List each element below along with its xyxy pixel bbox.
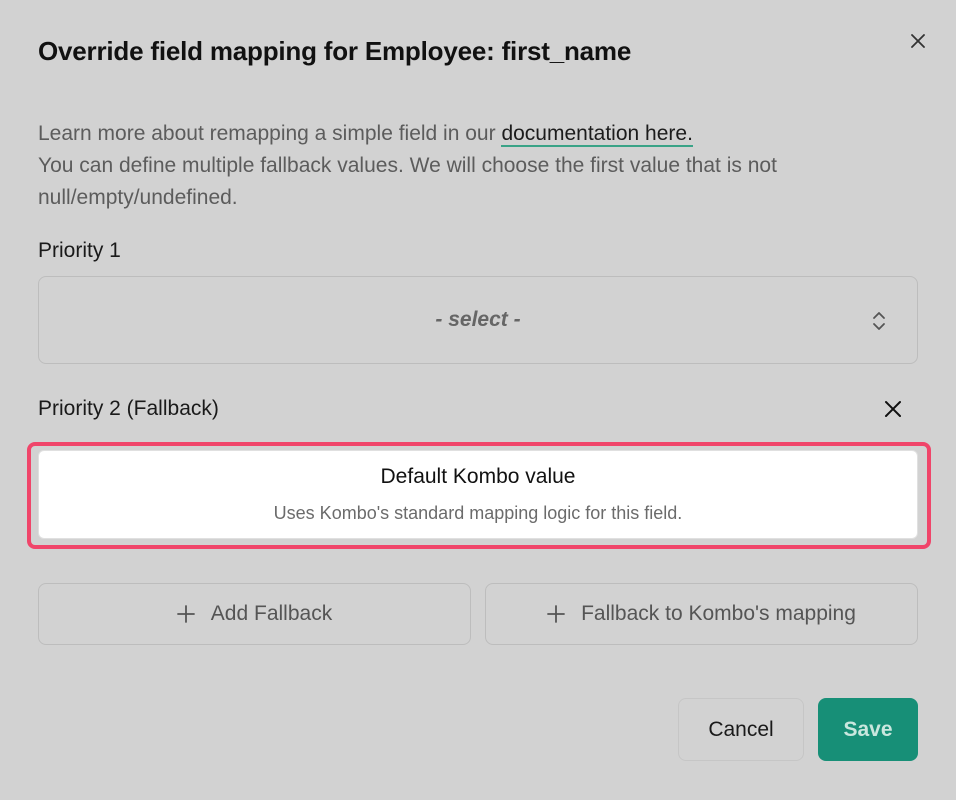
save-button[interactable]: Save (818, 698, 918, 761)
priority-2-label: Priority 2 (Fallback) (38, 397, 219, 420)
documentation-link[interactable]: documentation here. (501, 122, 693, 147)
card-subtitle: Uses Kombo's standard mapping logic for … (273, 503, 683, 523)
dialog-title: Override field mapping for Employee: fir… (38, 36, 632, 66)
cancel-button[interactable]: Cancel (678, 698, 804, 761)
default-kombo-value-card[interactable]: Default Kombo value Uses Kombo's standar… (38, 450, 918, 539)
override-field-mapping-dialog: Override field mapping for Employee: fir… (0, 0, 956, 800)
dialog-description: Learn more about remapping a simple fiel… (38, 118, 918, 214)
priority-1-label: Priority 1 (38, 239, 121, 262)
close-icon (885, 401, 901, 417)
close-icon (911, 34, 925, 48)
plus-icon (176, 605, 195, 623)
description-fallback-text: You can define multiple fallback values.… (38, 154, 777, 209)
plus-icon (547, 605, 565, 623)
fallback-to-kombo-label: Fallback to Kombo's mapping (581, 602, 856, 625)
priority-1-select-value: - select - (435, 308, 521, 331)
remove-fallback-button[interactable] (878, 394, 908, 424)
add-fallback-label: Add Fallback (210, 602, 333, 625)
priority-1-select[interactable]: - select - (38, 276, 918, 364)
description-text: Learn more about remapping a simple fiel… (38, 122, 502, 145)
fallback-to-kombo-mapping-button[interactable]: Fallback to Kombo's mapping (485, 583, 918, 645)
add-fallback-button[interactable]: Add Fallback (38, 583, 471, 645)
chevron-up-down-icon (873, 312, 885, 330)
close-dialog-button[interactable] (903, 26, 933, 56)
card-title: Default Kombo value (380, 465, 576, 488)
